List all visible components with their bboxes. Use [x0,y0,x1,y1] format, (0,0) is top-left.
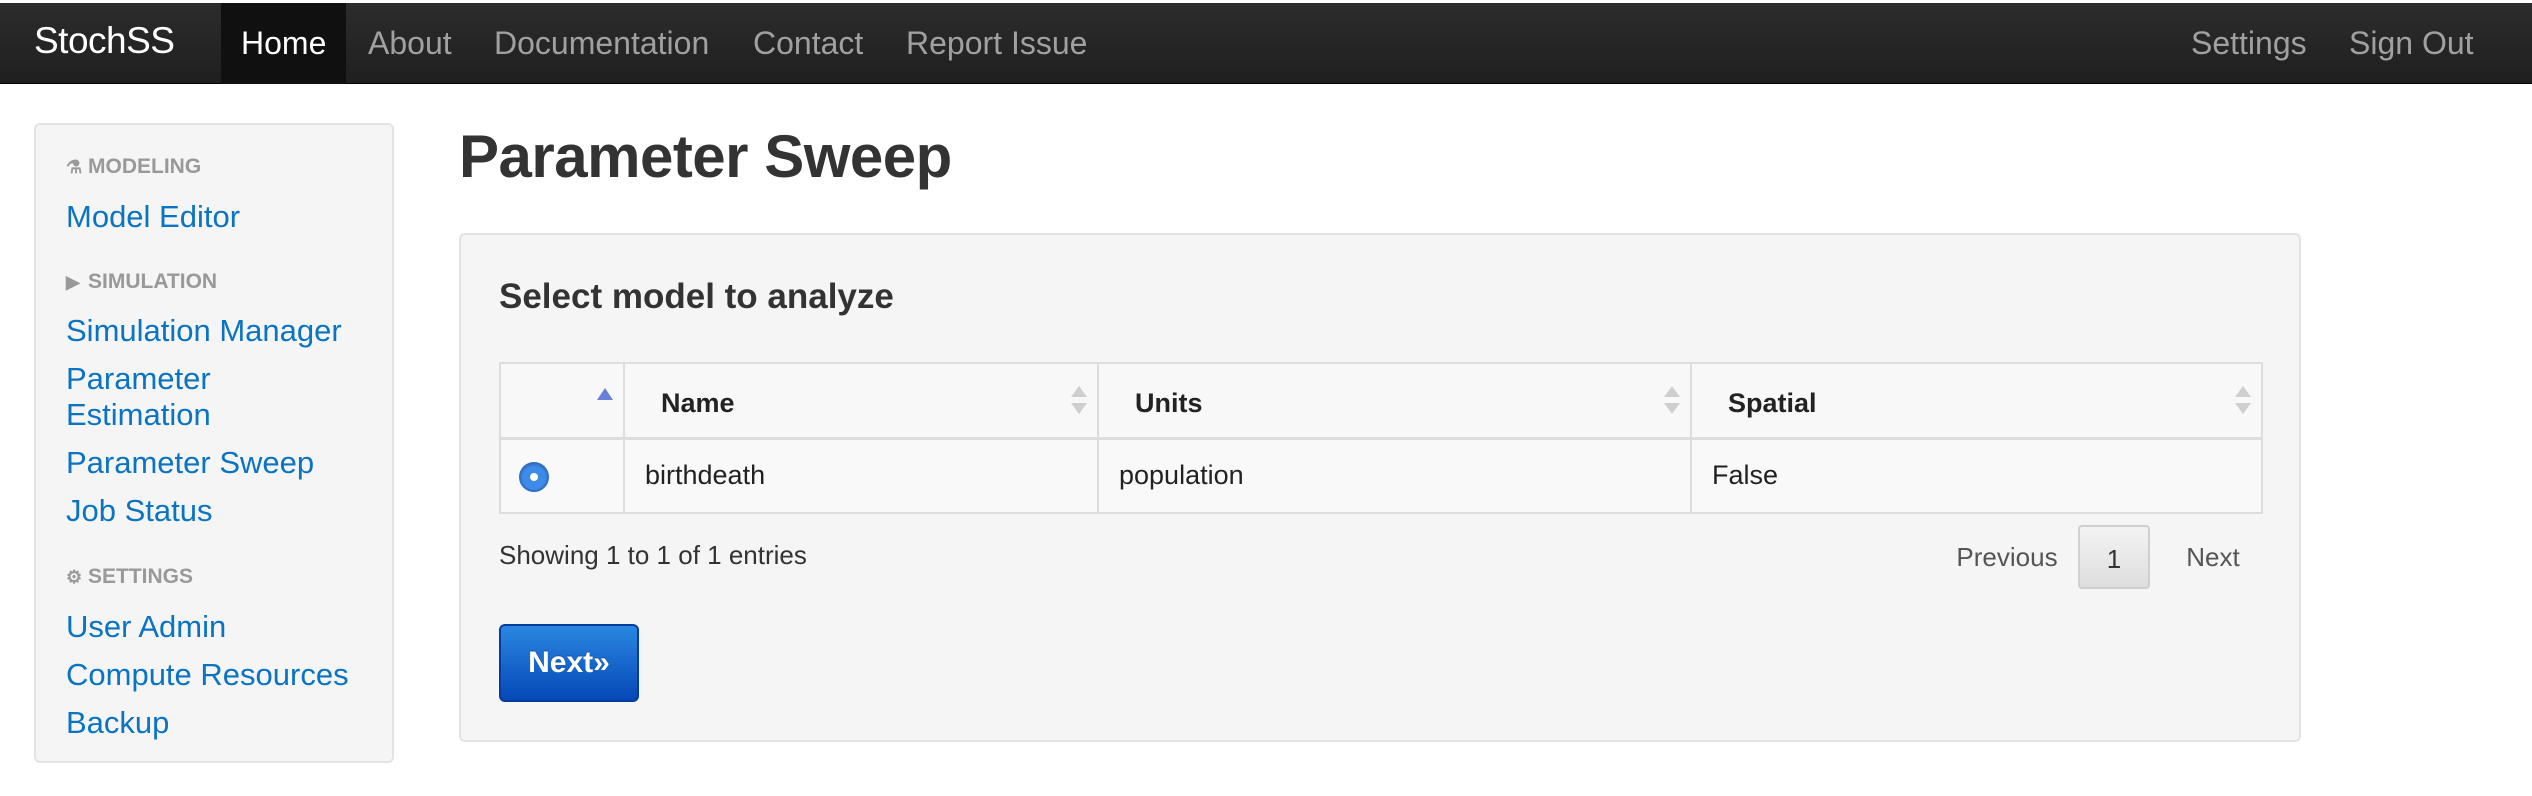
sort-both-icon [2235,386,2251,420]
cell-name-text: birthdeath [645,460,766,490]
sidebar-header-settings: ⚙ SETTINGS [66,565,193,589]
gear-icon: ⚙ [66,567,83,587]
top-navbar: StochSS Home About Documentation Contact… [0,3,2532,84]
sidebar-item-job-status[interactable]: Job Status [66,493,386,529]
nav-sign-out[interactable]: Sign Out [2349,3,2474,84]
column-header-spatial[interactable]: Spatial [1692,364,2261,437]
pagination-page-1[interactable]: 1 [2078,525,2150,589]
cell-name: birthdeath [625,440,1099,512]
nav-about[interactable]: About [368,3,452,84]
sort-both-icon [1664,386,1680,420]
row-select-cell [501,440,625,512]
sidebar-item-compute-resources[interactable]: Compute Resources [66,657,386,693]
sidebar-header-settings-label: SETTINGS [88,565,194,588]
model-radio-button[interactable] [519,462,549,492]
nav-report-issue[interactable]: Report Issue [906,3,1087,84]
pagination-next[interactable]: Next [2163,525,2263,589]
flask-icon: ⚗ [66,157,83,177]
sidebar-item-simulation-manager[interactable]: Simulation Manager [66,313,386,349]
page-title: Parameter Sweep [459,123,952,190]
play-icon: ▶ [66,272,80,292]
cell-units: population [1099,440,1692,512]
column-header-name-label: Name [661,388,735,418]
column-header-select[interactable] [501,364,625,437]
sidebar-header-simulation: ▶ SIMULATION [66,270,217,294]
sort-both-icon [1071,386,1087,420]
nav-documentation[interactable]: Documentation [494,3,709,84]
model-selection-panel: Select model to analyze Name Units Spati… [459,233,2301,742]
next-button[interactable]: Next» [499,624,639,702]
sidebar: ⚗ MODELING Model Editor ▶ SIMULATION Simul… [34,123,394,763]
nav-contact[interactable]: Contact [753,3,863,84]
sidebar-item-user-admin[interactable]: User Admin [66,609,386,645]
column-header-spatial-label: Spatial [1728,388,1817,418]
table-info: Showing 1 to 1 of 1 entries [499,540,807,570]
sidebar-header-modeling-label: MODELING [88,155,202,178]
cell-spatial-text: False [1712,460,1779,490]
table-row[interactable]: birthdeath population False [501,440,2261,512]
sidebar-header-simulation-label: SIMULATION [88,270,218,293]
models-table: Name Units Spatial birthdeath population [499,362,2263,514]
panel-heading: Select model to analyze [499,277,894,316]
sidebar-item-parameter-estimation[interactable]: Parameter Estimation [66,361,266,433]
sidebar-item-backup[interactable]: Backup [66,705,386,741]
cell-spatial: False [1692,440,2261,512]
sort-ascending-icon [597,388,613,400]
sidebar-header-modeling: ⚗ MODELING [66,155,201,179]
nav-settings[interactable]: Settings [2191,3,2307,84]
pagination-previous[interactable]: Previous [1937,525,2077,589]
column-header-units[interactable]: Units [1099,364,1692,437]
table-header: Name Units Spatial [501,364,2261,440]
column-header-units-label: Units [1135,388,1203,418]
sidebar-item-model-editor[interactable]: Model Editor [66,199,386,235]
cell-units-text: population [1119,460,1244,490]
nav-home[interactable]: Home [221,3,347,84]
brand-logo[interactable]: StochSS [34,20,175,62]
sidebar-item-parameter-sweep[interactable]: Parameter Sweep [66,445,386,481]
column-header-name[interactable]: Name [625,364,1099,437]
